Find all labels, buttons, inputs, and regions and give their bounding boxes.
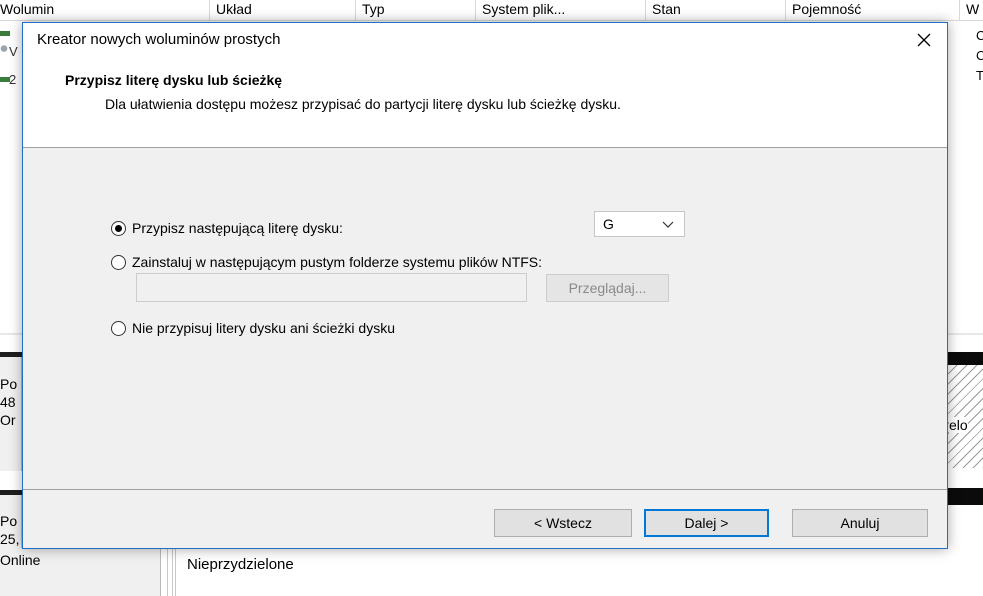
close-button[interactable] bbox=[901, 23, 947, 57]
capacity-fragment: C bbox=[976, 48, 983, 63]
browse-button[interactable]: Przeglądaj... bbox=[546, 274, 669, 302]
partition-header-bar bbox=[948, 352, 983, 365]
column-header-filesystem[interactable]: System plik... bbox=[476, 0, 646, 20]
partition-header-bar bbox=[948, 488, 983, 505]
volume-icon bbox=[0, 31, 10, 36]
radio-no-letter[interactable]: Nie przypisuj litery dysku ani ścieżki d… bbox=[111, 320, 395, 336]
disk-1-info[interactable]: Po 48 Or bbox=[0, 357, 22, 471]
close-icon bbox=[917, 33, 931, 47]
disk-1-line: 48 bbox=[0, 394, 16, 410]
capacity-fragment: T bbox=[976, 68, 983, 83]
radio-no-letter-label: Nie przypisuj litery dysku ani ścieżki d… bbox=[132, 320, 395, 336]
volume-list-header: Wolumin Układ Typ System plik... Stan Po… bbox=[0, 0, 983, 21]
back-button[interactable]: < Wstecz bbox=[494, 509, 632, 537]
unallocated-label: Nieprzydzielone bbox=[187, 556, 294, 573]
folder-path-input[interactable] bbox=[136, 273, 527, 302]
wizard-header: Przypisz literę dysku lub ścieżkę Dla uł… bbox=[23, 57, 947, 148]
radio-button[interactable] bbox=[111, 320, 126, 336]
disk-status: Online bbox=[0, 552, 41, 568]
column-header-capacity[interactable]: Pojemność bbox=[786, 0, 960, 20]
column-header-status[interactable]: Stan bbox=[646, 0, 786, 20]
volume-name-fragment: V bbox=[9, 44, 18, 59]
radio-mount-folder-label: Zainstaluj w następującym pustym folderz… bbox=[132, 254, 543, 270]
wizard-description: Dla ułatwienia dostępu możesz przypisać … bbox=[105, 96, 621, 112]
cancel-button[interactable]: Anuluj bbox=[792, 509, 928, 537]
disk-2-line: Po bbox=[0, 513, 18, 529]
dialog-title: Kreator nowych woluminów prostych bbox=[37, 31, 281, 48]
radio-assign-letter-label: Przypisz następującą literę dysku: bbox=[132, 220, 343, 236]
chevron-down-icon bbox=[662, 221, 674, 228]
wizard-heading: Przypisz literę dysku lub ścieżkę bbox=[65, 72, 283, 88]
radio-mount-folder[interactable]: Zainstaluj w następującym pustym folderz… bbox=[111, 254, 542, 270]
disk-1-line: Or bbox=[0, 412, 16, 428]
column-header-volume[interactable]: Wolumin bbox=[0, 0, 210, 20]
disk-1-line: Po bbox=[0, 376, 18, 392]
radio-button[interactable] bbox=[111, 254, 126, 270]
column-header-layout[interactable]: Układ bbox=[210, 0, 356, 20]
unallocated-partition[interactable]: Nieprzydzielone bbox=[167, 548, 983, 596]
volume-name-fragment: 2 bbox=[9, 72, 17, 87]
new-simple-volume-wizard: Kreator nowych woluminów prostych Przypi… bbox=[22, 22, 948, 549]
drive-letter-value: G bbox=[603, 216, 614, 232]
next-button[interactable]: Dalej > bbox=[644, 509, 769, 537]
column-header-free[interactable]: W bbox=[960, 0, 983, 20]
footer-divider bbox=[23, 489, 947, 490]
drive-letter-select[interactable]: G bbox=[594, 211, 685, 237]
disk-2-info-bottom[interactable]: Online bbox=[0, 548, 161, 596]
capacity-fragment: C bbox=[976, 28, 983, 43]
disk-2-line: 25, bbox=[0, 531, 20, 547]
dialog-titlebar[interactable]: Kreator nowych woluminów prostych bbox=[23, 23, 947, 57]
partition-label-fragment: elo bbox=[949, 417, 968, 433]
column-header-type[interactable]: Typ bbox=[356, 0, 476, 20]
radio-button-selected[interactable] bbox=[111, 220, 126, 236]
radio-assign-letter[interactable]: Przypisz następującą literę dysku: bbox=[111, 220, 343, 236]
partition-hatch[interactable]: elo bbox=[948, 365, 983, 468]
